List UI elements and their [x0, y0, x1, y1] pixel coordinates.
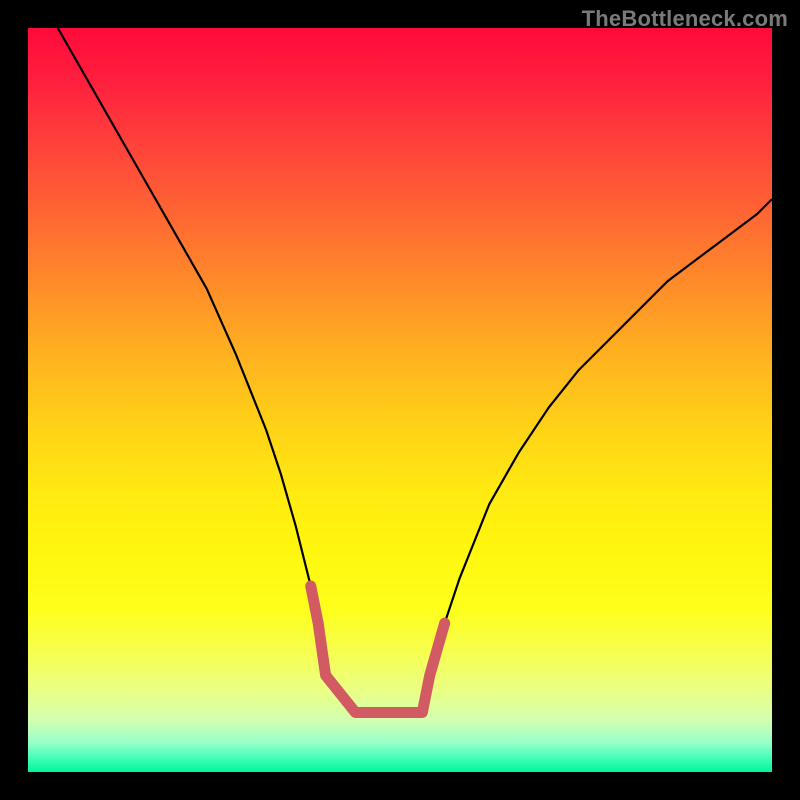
series-bottom-highlight — [311, 586, 445, 712]
chart-svg — [28, 28, 772, 772]
series-curve — [58, 28, 772, 712]
watermark-text: TheBottleneck.com — [582, 6, 788, 32]
chart-stage: TheBottleneck.com — [0, 0, 800, 800]
plot-area — [28, 28, 772, 772]
series-group — [58, 28, 772, 712]
